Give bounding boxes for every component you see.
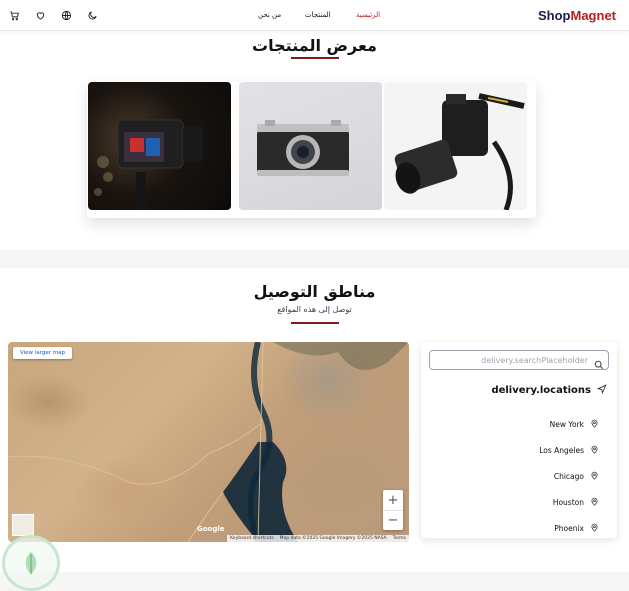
terms-link[interactable]: Terms: [393, 536, 406, 541]
title-underline: [290, 322, 339, 324]
map-pin-icon: [590, 497, 599, 508]
location-name: Phoenix: [554, 523, 584, 533]
camera-photo-vintage[interactable]: [239, 82, 382, 210]
camera-photo-dslr[interactable]: [384, 82, 527, 210]
header-icons: [8, 9, 99, 22]
brand-part-shop: Shop: [538, 8, 571, 23]
footer-band: [0, 572, 629, 591]
map-data-text: Map data ©2025 Google Imagery ©2025 NASA: [279, 536, 387, 541]
map-pin-icon: [590, 523, 599, 534]
brand-logo[interactable]: ShopMagnet: [538, 8, 616, 23]
search-box: [429, 350, 609, 370]
location-item[interactable]: New York: [439, 411, 599, 437]
location-item[interactable]: Chicago: [439, 463, 599, 489]
heart-icon[interactable]: [34, 9, 47, 22]
map-type-toggle[interactable]: [12, 514, 34, 536]
keyboard-shortcuts-link[interactable]: Keyboard shortcuts: [230, 536, 274, 541]
delivery-section: مناطق التوصيل توصل إلى هذه المواقع View …: [0, 268, 629, 572]
location-name: Los Angeles: [539, 445, 584, 455]
moon-icon[interactable]: [86, 9, 99, 22]
camera-photo-dark[interactable]: [88, 82, 231, 210]
title-underline: [290, 57, 339, 59]
view-larger-map-link[interactable]: View larger map: [13, 347, 72, 359]
locations-panel: delivery.locations New York Los Angeles …: [421, 342, 617, 538]
map-pin-icon: [590, 471, 599, 482]
location-item[interactable]: Los Angeles: [439, 437, 599, 463]
cart-icon[interactable]: [8, 9, 21, 22]
locations-heading-text: delivery.locations: [491, 385, 591, 396]
nav-products[interactable]: المنتجات: [305, 11, 331, 19]
brand-part-magnet: Magnet: [570, 8, 617, 23]
section-divider: [0, 250, 629, 268]
gallery-title: معرض المنتجات: [252, 36, 377, 55]
search-icon[interactable]: [594, 355, 604, 370]
navigation-arrow-icon: [596, 384, 607, 397]
location-name: New York: [549, 419, 584, 429]
nav-about[interactable]: من نحن: [258, 11, 281, 19]
locations-list: New York Los Angeles Chicago Houston Pho…: [439, 411, 599, 541]
zoom-out-button[interactable]: −: [383, 510, 403, 530]
map-pin-icon: [590, 445, 599, 456]
locations-heading: delivery.locations: [491, 384, 607, 397]
map-pin-icon: [590, 419, 599, 430]
nav-home[interactable]: الرئيسية: [356, 11, 380, 19]
delivery-title: مناطق التوصيل: [253, 282, 376, 301]
search-input[interactable]: [434, 353, 588, 367]
gallery-section: معرض المنتجات: [0, 31, 629, 250]
zoom-in-button[interactable]: +: [383, 490, 403, 510]
location-item[interactable]: Houston: [439, 489, 599, 515]
globe-icon[interactable]: [60, 9, 73, 22]
gallery-card: [87, 81, 536, 218]
header: من نحن المنتجات الرئيسية ShopMagnet: [0, 0, 629, 31]
google-logo: Google: [197, 525, 225, 533]
map-attribution: Keyboard shortcuts Map data ©2025 Google…: [227, 535, 409, 542]
zoom-controls: + −: [383, 490, 403, 530]
location-item[interactable]: Phoenix: [439, 515, 599, 541]
location-name: Chicago: [553, 471, 584, 481]
location-name: Houston: [552, 497, 584, 507]
delivery-subtitle: توصل إلى هذه المواقع: [277, 305, 352, 314]
watermark-logo: [2, 535, 60, 591]
delivery-map[interactable]: View larger map + − Google Keyboard shor…: [8, 342, 409, 542]
